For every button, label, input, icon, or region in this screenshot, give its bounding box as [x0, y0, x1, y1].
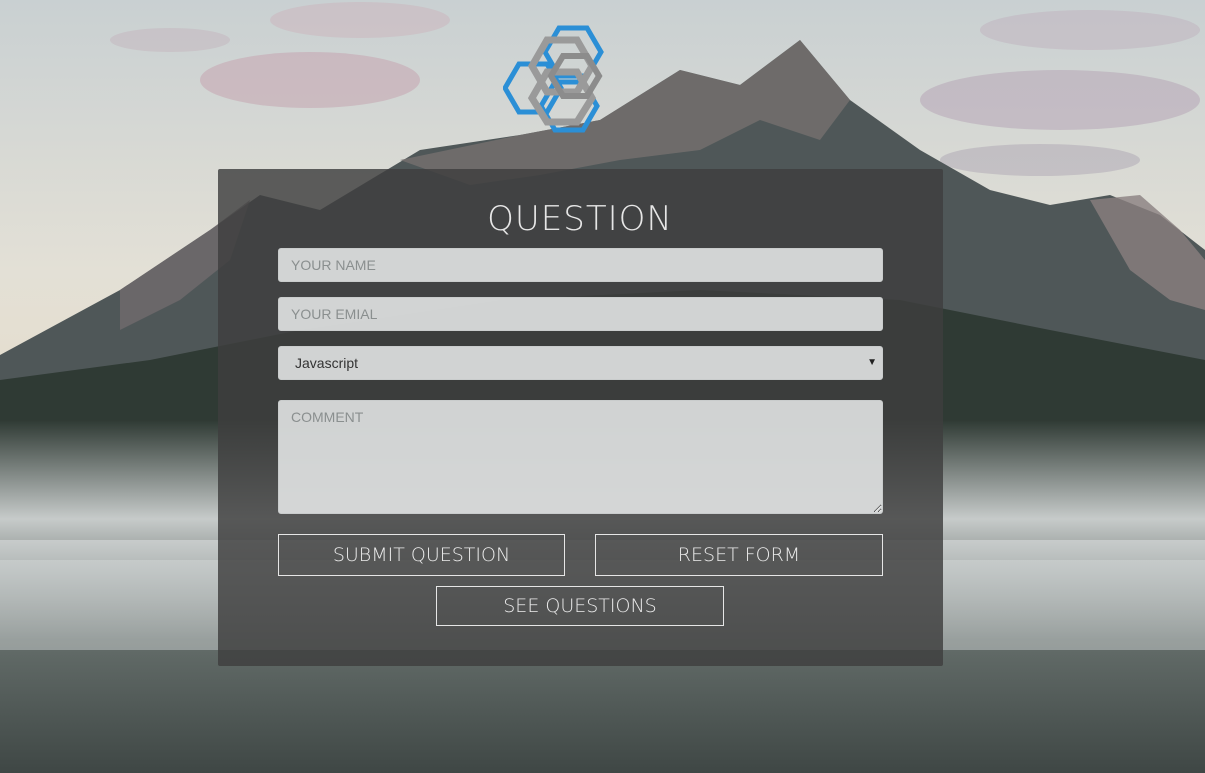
submit-question-button[interactable]: SUBMIT QUESTION — [278, 534, 565, 576]
see-questions-button[interactable]: SEE QUESTIONS — [436, 586, 724, 626]
comment-field[interactable] — [278, 400, 883, 514]
caret-down-icon: ▼ — [867, 357, 877, 368]
hexagon-logo-icon — [502, 24, 615, 134]
language-select[interactable]: Javascript ▼ — [278, 346, 883, 380]
email-field[interactable] — [278, 297, 883, 331]
reset-form-button[interactable]: RESET FORM — [595, 534, 883, 576]
name-field[interactable] — [278, 248, 883, 282]
language-select-value: Javascript — [295, 355, 359, 371]
form-title: QUESTION — [487, 199, 673, 239]
